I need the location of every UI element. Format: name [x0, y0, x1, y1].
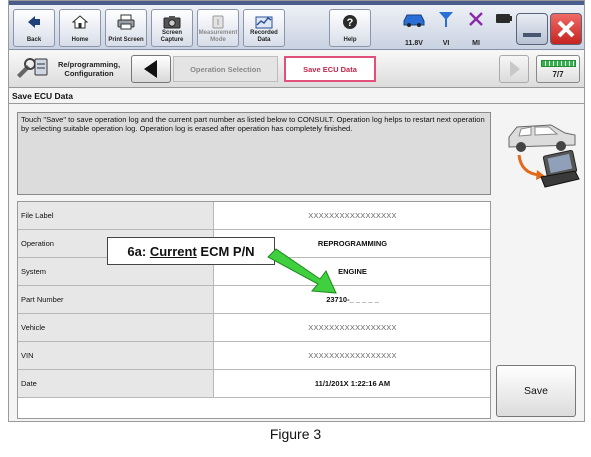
minimize-button[interactable] — [516, 13, 548, 45]
battery-icon — [496, 14, 512, 23]
callout-prefix: 6a: — [127, 243, 150, 259]
page-title: Save ECU Data — [12, 91, 73, 101]
title-divider — [9, 103, 584, 104]
row-value: 11/1/201X 1:22:16 AM — [314, 379, 391, 388]
vi-label: VI — [442, 40, 450, 47]
screen-capture-button[interactable]: Screen Capture — [151, 9, 193, 47]
home-icon — [60, 13, 100, 31]
vi-antenna-icon — [439, 12, 453, 27]
row-label: VIN — [18, 342, 214, 369]
row-value: XXXXXXXXXXXXXXXXX — [308, 351, 397, 360]
mi-disconnected-icon — [469, 12, 483, 26]
triangle-right-icon — [510, 61, 520, 77]
printer-icon — [106, 13, 146, 31]
vi-status: VI — [431, 9, 461, 49]
battery-voltage: 11.8V — [405, 40, 423, 47]
breadcrumb-save-ecu-data: Save ECU Data — [284, 56, 376, 82]
mi-label: MI — [472, 40, 480, 47]
step-progress-bar — [541, 60, 576, 67]
measurement-label: Measurement Mode — [198, 30, 238, 43]
toolbar: Back Home Print Screen Screen Capture Me… — [9, 5, 584, 50]
triangle-left-icon — [144, 60, 157, 78]
help-icon: ? — [330, 13, 370, 31]
svg-text:?: ? — [347, 17, 354, 29]
instruction-message: Touch "Save" to save operation log and t… — [17, 112, 491, 195]
row-value: XXXXXXXXXXXXXXXXX — [308, 211, 397, 220]
row-label: File Label — [18, 202, 214, 229]
print-label: Print Screen — [108, 37, 144, 43]
row-label: Date — [18, 370, 214, 397]
back-arrow-icon — [14, 13, 54, 31]
close-button[interactable] — [550, 13, 582, 45]
home-label: Home — [71, 37, 89, 43]
car-laptop-icon — [508, 124, 580, 188]
car-battery-icon — [403, 14, 425, 27]
save-button[interactable]: Save — [496, 365, 576, 417]
step-counter: 7/7 — [552, 70, 564, 79]
navigation-bar: Re/programming, Configuration Operation … — [9, 51, 584, 88]
home-button[interactable]: Home — [59, 9, 101, 47]
recorded-data-button[interactable]: Recorded Data — [243, 9, 285, 47]
battery-status: 11.8V — [399, 9, 429, 49]
back-button[interactable]: Back — [13, 9, 55, 47]
measurement-icon — [198, 13, 238, 31]
car-to-laptop-illustration — [495, 115, 581, 195]
capture-label: Screen Capture — [160, 30, 184, 43]
table-row: File Label XXXXXXXXXXXXXXXXX — [18, 202, 490, 230]
breadcrumb-operation-selection[interactable]: Operation Selection — [173, 56, 278, 82]
back-label: Back — [26, 37, 42, 43]
step-progress-indicator: 7/7 — [536, 55, 580, 83]
recorded-label: Recorded Data — [250, 30, 278, 43]
figure-caption: Figure 3 — [269, 426, 322, 442]
callout-underlined: Current — [149, 243, 197, 259]
reprogramming-label: Re/programming, Configuration — [57, 60, 121, 78]
callout-suffix: ECM P/N — [196, 243, 255, 259]
close-icon — [557, 20, 575, 38]
ecu-data-table: File Label XXXXXXXXXXXXXXXXX Operation R… — [17, 201, 491, 419]
table-row: Part Number 23710-_ _ _ _ _ — [18, 286, 490, 314]
row-label: Vehicle — [18, 314, 214, 341]
wrench-ecu-icon — [17, 58, 48, 78]
next-step-button[interactable] — [499, 55, 529, 83]
consult-window: Back Home Print Screen Screen Capture Me… — [8, 0, 585, 422]
camera-icon — [152, 13, 192, 31]
annotation-callout: 6a: Current ECM P/N — [107, 237, 275, 265]
table-row: Vehicle XXXXXXXXXXXXXXXXX — [18, 314, 490, 342]
previous-step-button[interactable] — [131, 55, 171, 83]
row-value: XXXXXXXXXXXXXXXXX — [308, 323, 397, 332]
battery-level — [489, 9, 519, 49]
print-screen-button[interactable]: Print Screen — [105, 9, 147, 47]
row-label: Part Number — [18, 286, 214, 313]
reprogramming-menu[interactable]: Re/programming, Configuration — [13, 55, 123, 83]
green-arrow-icon — [267, 248, 337, 294]
minimize-icon — [523, 33, 541, 37]
table-row: VIN XXXXXXXXXXXXXXXXX — [18, 342, 490, 370]
measurement-mode-button[interactable]: Measurement Mode — [197, 9, 239, 47]
table-row: Date 11/1/201X 1:22:16 AM — [18, 370, 490, 398]
recorded-data-icon — [244, 13, 284, 31]
help-button[interactable]: ? Help — [329, 9, 371, 47]
mi-status: MI — [461, 9, 491, 49]
help-label: Help — [343, 37, 357, 43]
